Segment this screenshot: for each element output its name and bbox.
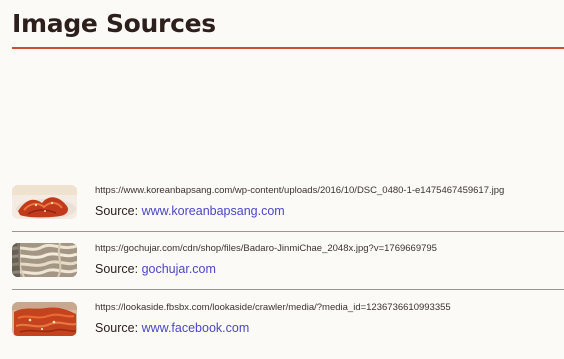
source-line: Source: gochujar.com	[95, 261, 216, 277]
image-sources-page: Image Sources https://www.koreanbapsang.…	[0, 0, 564, 359]
source-label: Source:	[95, 321, 142, 335]
source-link[interactable]: gochujar.com	[142, 262, 216, 276]
dried-squid-thumbnail[interactable]	[12, 243, 77, 277]
source-line: Source: www.facebook.com	[95, 320, 249, 336]
source-label: Source:	[95, 204, 142, 218]
source-link[interactable]: www.facebook.com	[142, 321, 250, 335]
image-url: https://lookaside.fbsbx.com/lookaside/cr…	[95, 302, 451, 313]
title-divider	[12, 47, 564, 49]
page-title: Image Sources	[12, 9, 216, 38]
image-url: https://gochujar.com/cdn/shop/files/Bada…	[95, 243, 437, 254]
source-line: Source: www.koreanbapsang.com	[95, 203, 285, 219]
source-link[interactable]: www.koreanbapsang.com	[142, 204, 285, 218]
source-label: Source:	[95, 262, 142, 276]
image-url: https://www.koreanbapsang.com/wp-content…	[95, 185, 505, 196]
spicy-squid-thumbnail[interactable]	[12, 302, 77, 336]
kimchi-thumbnail[interactable]	[12, 185, 77, 219]
row-divider	[12, 231, 564, 232]
row-divider	[12, 289, 564, 290]
source-item-facebook: https://lookaside.fbsbx.com/lookaside/cr…	[12, 302, 564, 338]
source-item-koreanbapsang: https://www.koreanbapsang.com/wp-content…	[12, 185, 564, 221]
source-item-gochujar: https://gochujar.com/cdn/shop/files/Bada…	[12, 243, 564, 279]
